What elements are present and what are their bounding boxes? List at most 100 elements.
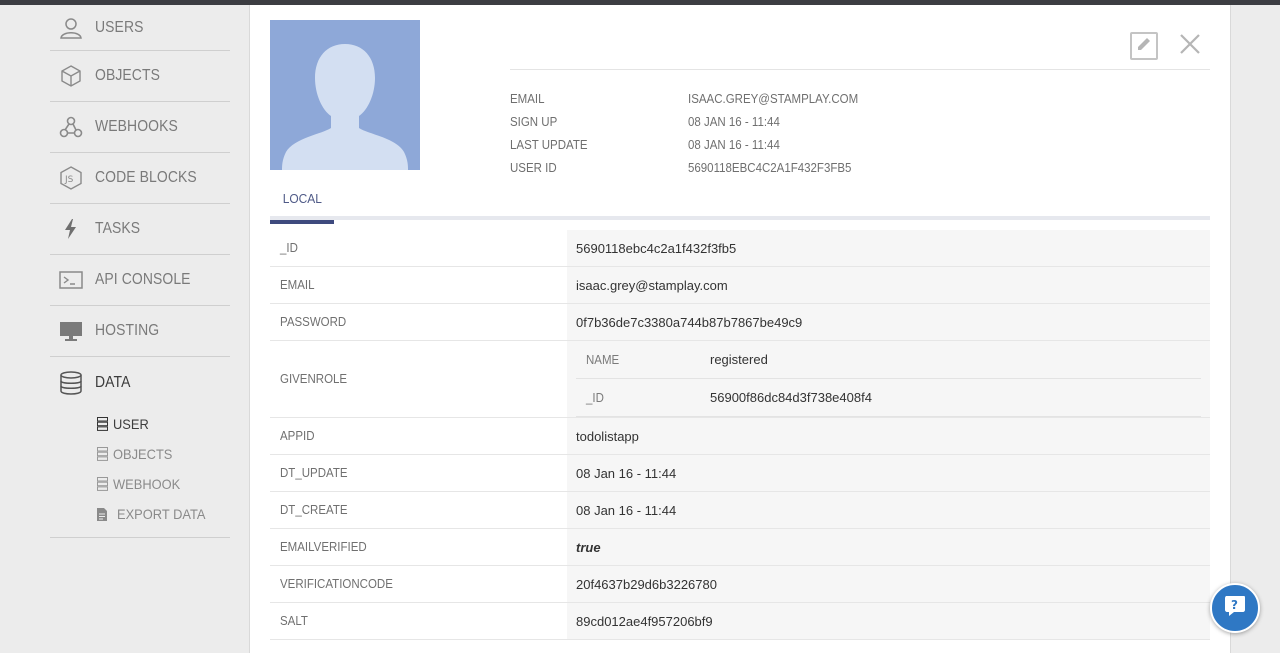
meta-value: 08 JAN 16 - 11:44	[688, 114, 780, 129]
field-value: 0f7b36de7c3380a744b87b7867be49c9	[567, 304, 1210, 340]
field-key: APPID	[280, 429, 315, 443]
database-icon	[59, 371, 83, 395]
field-key: PASSWORD	[280, 315, 347, 329]
meta-key: USER ID	[510, 160, 557, 175]
field-value: todolistapp	[567, 418, 1210, 454]
sidebar-item-webhooks[interactable]: WEBHOOKS	[50, 102, 230, 153]
table-row: _ID 5690118ebc4c2a1f432f3fb5	[270, 230, 1210, 267]
sidebar-item-hosting[interactable]: HOSTING	[50, 306, 230, 357]
meta-row: EMAIL ISAAC.GREY@STAMPLAY.COM	[510, 87, 873, 110]
meta-key: SIGN UP	[510, 114, 558, 129]
meta-key: EMAIL	[510, 91, 545, 106]
subnav-item-label: OBJECTS	[113, 446, 173, 462]
nested-key: _ID	[586, 390, 604, 405]
header-actions	[510, 27, 1210, 70]
subnav-item-export-data[interactable]: EXPORT DATA	[50, 499, 230, 529]
user-meta: EMAIL ISAAC.GREY@STAMPLAY.COM SIGN UP 08…	[510, 87, 873, 179]
nested-field-table: NAME registered _ID 56900f86dc84d3f738e4…	[567, 341, 1210, 417]
close-icon	[1179, 33, 1201, 60]
sidebar-item-objects[interactable]: OBJECTS	[50, 51, 230, 102]
nested-value: registered	[710, 352, 768, 367]
sidebar-item-label: OBJECTS	[95, 67, 160, 84]
tab-label: LOCAL	[282, 191, 322, 206]
edit-button[interactable]	[1130, 32, 1158, 60]
field-value: 20f4637b29d6b3226780	[567, 566, 1210, 602]
sidebar-item-label: CODE BLOCKS	[95, 169, 197, 186]
field-value: isaac.grey@stamplay.com	[567, 267, 1210, 303]
user-icon	[59, 16, 83, 40]
svg-text:JS: JS	[64, 175, 74, 185]
table-row: DT_CREATE 08 Jan 16 - 11:44	[270, 492, 1210, 529]
user-detail-panel: EMAIL ISAAC.GREY@STAMPLAY.COM SIGN UP 08…	[249, 5, 1231, 653]
field-key: VERIFICATIONCODE	[280, 577, 393, 591]
field-value: 5690118ebc4c2a1f432f3fb5	[567, 230, 1210, 266]
meta-row: SIGN UP 08 JAN 16 - 11:44	[510, 110, 873, 133]
field-key: SALT	[280, 614, 308, 628]
subnav-item-user[interactable]: USER	[50, 409, 230, 439]
pencil-icon	[1136, 36, 1152, 57]
table-row: APPID todolistapp	[270, 418, 1210, 455]
list-icon	[97, 417, 109, 431]
meta-row: USER ID 5690118EBC4C2A1F432F3FB5	[510, 156, 873, 179]
meta-value: 5690118EBC4C2A1F432F3FB5	[688, 160, 852, 175]
table-row: EMAILVERIFIED true	[270, 529, 1210, 566]
field-key: EMAILVERIFIED	[280, 540, 367, 554]
sidebar-item-label: API CONSOLE	[95, 271, 191, 288]
meta-row: LAST UPDATE 08 JAN 16 - 11:44	[510, 133, 873, 156]
table-row: VERIFICATIONCODE 20f4637b29d6b3226780	[270, 566, 1210, 603]
webhook-icon	[59, 115, 83, 139]
sidebar-item-label: TASKS	[95, 220, 141, 237]
subnav-item-webhook[interactable]: WEBHOOK	[50, 469, 230, 499]
nested-row: _ID 56900f86dc84d3f738e408f4	[576, 379, 1201, 417]
list-icon	[97, 477, 109, 491]
sidebar-item-tasks[interactable]: TASKS	[50, 204, 230, 255]
tab-active-indicator	[270, 220, 334, 224]
close-button[interactable]	[1176, 32, 1204, 60]
monitor-icon	[59, 319, 83, 343]
field-value: 08 Jan 16 - 11:44	[567, 455, 1210, 491]
subnav-item-label: USER	[113, 416, 149, 432]
sidebar: USERS OBJECTS WEBHOOKS JS CODE BLOCKS TA…	[50, 5, 230, 538]
sidebar-item-label: USERS	[95, 18, 144, 36]
field-value: true	[567, 529, 1210, 565]
subnav-item-label: EXPORT DATA	[117, 506, 206, 522]
table-row: EMAIL isaac.grey@stamplay.com	[270, 267, 1210, 304]
avatar	[270, 20, 420, 170]
lightning-icon	[59, 217, 83, 241]
field-key: EMAIL	[280, 278, 315, 292]
nested-value: 56900f86dc84d3f738e408f4	[710, 390, 872, 405]
table-row: DT_UPDATE 08 Jan 16 - 11:44	[270, 455, 1210, 492]
sidebar-item-data[interactable]: DATA	[50, 357, 230, 409]
meta-value: 08 JAN 16 - 11:44	[688, 137, 780, 152]
tab-bar: LOCAL	[270, 177, 1210, 224]
sidebar-item-label: WEBHOOKS	[95, 118, 178, 135]
question-bubble-icon: ?	[1223, 594, 1247, 623]
avatar-silhouette-icon	[270, 20, 420, 170]
field-value: 89cd012ae4f957206bf9	[567, 603, 1210, 639]
data-subnav: USER OBJECTS WEBHOOK EXPORT DATA	[50, 409, 230, 538]
sidebar-item-users[interactable]: USERS	[50, 5, 230, 51]
sidebar-item-label: HOSTING	[95, 322, 160, 339]
field-key: _ID	[280, 241, 298, 255]
field-key: DT_UPDATE	[280, 466, 348, 480]
terminal-icon	[59, 268, 83, 292]
sidebar-item-code-blocks[interactable]: JS CODE BLOCKS	[50, 153, 230, 204]
table-row: PASSWORD 0f7b36de7c3380a744b87b7867be49c…	[270, 304, 1210, 341]
table-row: SALT 89cd012ae4f957206bf9	[270, 603, 1210, 640]
subnav-item-objects[interactable]: OBJECTS	[50, 439, 230, 469]
sidebar-item-api-console[interactable]: API CONSOLE	[50, 255, 230, 306]
nested-row: NAME registered	[576, 341, 1201, 379]
meta-key: LAST UPDATE	[510, 137, 588, 152]
help-chat-button[interactable]: ?	[1210, 583, 1260, 633]
sidebar-item-label: DATA	[95, 374, 131, 391]
meta-value: ISAAC.GREY@STAMPLAY.COM	[688, 91, 859, 106]
nested-key: NAME	[586, 352, 620, 367]
list-icon	[97, 447, 109, 461]
cube-icon	[59, 64, 83, 88]
field-key: DT_CREATE	[280, 503, 348, 517]
tab-local[interactable]: LOCAL	[270, 177, 334, 224]
field-key: GIVENROLE	[280, 372, 348, 386]
nodejs-icon: JS	[59, 166, 83, 190]
svg-text:?: ?	[1231, 598, 1238, 612]
file-icon	[97, 507, 109, 521]
